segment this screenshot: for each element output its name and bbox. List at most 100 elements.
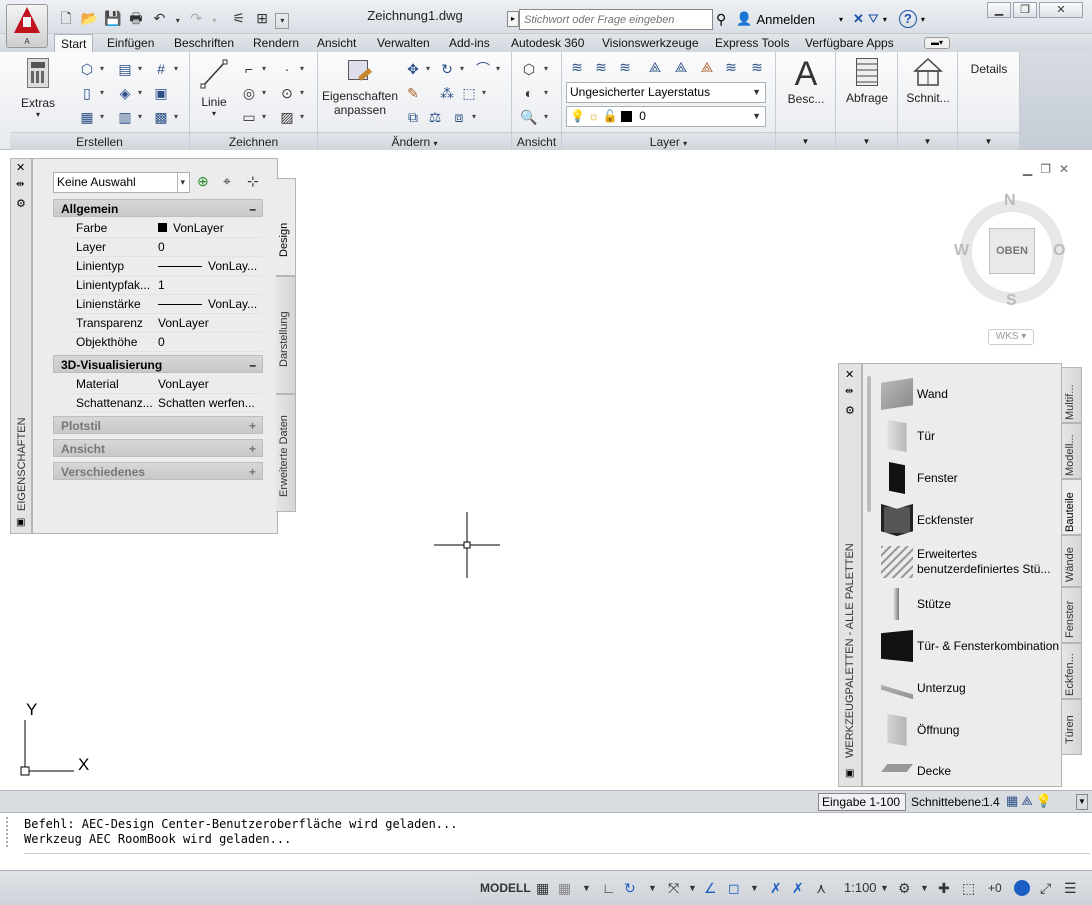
snap-icon[interactable]: ▦ [558, 879, 571, 897]
annotate-panel-dropdown-icon[interactable]: ▼ [776, 132, 835, 150]
tool-fenster[interactable]: Fenster [881, 458, 1061, 498]
tab-rendern[interactable]: Rendern [247, 34, 305, 52]
zoom-icon[interactable]: 🔍 [520, 108, 538, 126]
annotate-button[interactable]: A Besc... [776, 56, 836, 106]
fillet-icon[interactable]: ⌒ [474, 60, 492, 78]
prop-row-farbe[interactable]: Farbe VonLayer [71, 219, 263, 238]
ellipse-icon[interactable]: ⊙ [278, 84, 296, 102]
maximize-button[interactable]: ❐ [1013, 2, 1037, 18]
quick-select-icon[interactable]: ⊕ [197, 173, 209, 190]
new-file-icon[interactable]: 🗋 [56, 8, 76, 28]
section-plotstil[interactable]: Plotstil + [53, 416, 263, 434]
space-tool-icon[interactable]: ▣ [152, 84, 170, 102]
signin-dropdown-icon[interactable]: ▾ [839, 15, 843, 24]
add-icon[interactable]: ✚ [938, 879, 950, 897]
section-allgemein[interactable]: Allgemein – [53, 199, 263, 217]
application-menu-button[interactable]: A [6, 4, 48, 48]
layer-select[interactable]: 💡 ☼ 🔓 0 ▼ [566, 106, 766, 127]
tool-palette-menu-icon[interactable]: ▣ [845, 768, 854, 779]
pickadd-icon[interactable]: ⊹ [247, 173, 259, 190]
tool-palette-close-icon[interactable]: ✕ [845, 368, 854, 381]
match-properties-icon[interactable]: ⚟ [229, 8, 249, 28]
move-icon[interactable]: ✥ [404, 60, 422, 78]
layer-lock-icon[interactable]: ≋ [722, 58, 740, 76]
command-grip[interactable] [6, 817, 16, 847]
details-panel-dropdown-icon[interactable]: ▼ [958, 132, 1019, 150]
tab-design[interactable]: Design [276, 178, 296, 276]
layer-off-icon[interactable]: ⟁ [672, 58, 690, 76]
block-tool-icon[interactable]: ▩ [152, 108, 170, 126]
annotation-scale-select[interactable]: Eingabe 1-100 ▼ [818, 793, 906, 824]
print-icon[interactable]: 🖶 [126, 8, 146, 28]
hatch-icon[interactable]: ▨ [278, 108, 296, 126]
scale-dropdown-icon[interactable]: ▼ [880, 879, 889, 897]
compass-east[interactable]: O [1053, 242, 1065, 260]
line-dropdown-icon[interactable]: ▾ [196, 109, 232, 118]
properties-titlebar[interactable]: ✕ ⇹ ⚙ EIGENSCHAFTEN ▣ [10, 158, 32, 534]
ribbon-minimize-icon[interactable]: ▬▾ [924, 37, 950, 49]
osnap-icon[interactable]: ◻ [728, 879, 740, 897]
close-button[interactable]: ✕ [1039, 2, 1083, 18]
status-dropdown-icon[interactable]: ▼ [1076, 794, 1088, 810]
inquiry-button[interactable]: Abfrage [836, 58, 898, 105]
details-button[interactable]: Details [958, 62, 1020, 76]
box-3d-icon[interactable]: ⬡ [78, 60, 96, 78]
tab-einfuegen[interactable]: Einfügen [101, 34, 160, 52]
polyline-icon[interactable]: ⌐ [240, 60, 258, 78]
inquiry-panel-dropdown-icon[interactable]: ▼ [836, 132, 897, 150]
properties-autohide-icon[interactable]: ⇹ [16, 179, 24, 190]
array-icon[interactable]: ⁂ [438, 84, 456, 102]
extras-dropdown-icon[interactable]: ▾ [18, 110, 58, 119]
select-objects-icon[interactable]: ⌖ [223, 173, 231, 190]
annotation-scale-icon[interactable]: ⋏ [816, 879, 826, 897]
grid-icon[interactable]: ▦ [536, 879, 549, 897]
tool-tuer[interactable]: Tür [881, 416, 1061, 456]
stretch-icon[interactable]: ⬚ [460, 84, 478, 102]
tool-oeffnung[interactable]: Öffnung [881, 710, 1061, 750]
isodraft-icon[interactable]: ⤧ [668, 879, 679, 897]
rotate-icon[interactable]: ↻ [438, 60, 456, 78]
tool-palette-settings-icon[interactable]: ⚙ [845, 404, 855, 417]
wcs-menu[interactable]: WKS ▾ [988, 329, 1034, 345]
isolate-objects-icon[interactable]: ⬚ [962, 879, 975, 897]
signin-label[interactable]: Anmelden [756, 12, 815, 27]
tab-bauteile[interactable]: Bauteile [1062, 479, 1082, 535]
viewport-restore-icon[interactable]: ❐ [1040, 162, 1059, 176]
connect-dropdown-icon[interactable]: ▾ [883, 15, 887, 24]
binoculars-icon[interactable]: ⚲ [716, 11, 726, 28]
tool-unterzug[interactable]: Unterzug [881, 668, 1061, 708]
hardware-accel-icon[interactable] [1014, 880, 1030, 896]
redo-icon[interactable]: ↷ [186, 8, 206, 28]
annotation-visibility-icon[interactable]: ✗ [770, 879, 782, 897]
section-ansicht[interactable]: Ansicht + [53, 439, 263, 457]
stair-tool-icon[interactable]: ◈ [116, 84, 134, 102]
minimize-button[interactable]: ▁ [987, 2, 1011, 18]
tab-darstellung[interactable]: Darstellung [276, 276, 296, 394]
open-file-icon[interactable]: 📂 [79, 8, 99, 28]
workspace-icon[interactable]: ⊞ [252, 8, 272, 28]
compass-north[interactable]: N [1004, 192, 1016, 210]
customize-menu-icon[interactable]: ☰ [1064, 879, 1077, 897]
command-input[interactable] [24, 853, 1090, 870]
compass-south[interactable]: S [1006, 292, 1017, 310]
help-dropdown-icon[interactable]: ▾ [921, 15, 925, 24]
grid-tool-icon[interactable]: # [152, 60, 170, 78]
tool-erweitertes-stuetze[interactable]: Erweitertes benutzerdefiniertes Stü... [881, 542, 1061, 582]
prop-row-linienstaerke[interactable]: Linienstärke VonLay... [71, 295, 263, 314]
connect-icon[interactable]: ⛛ [868, 11, 879, 27]
search-box[interactable] [519, 9, 713, 30]
compass-west[interactable]: W [954, 242, 969, 260]
save-icon[interactable]: 💾 [103, 8, 123, 28]
isodraft-dropdown-icon[interactable]: ▼ [688, 879, 697, 897]
elevation-offset[interactable]: +0 [988, 879, 1002, 897]
display-config-icons[interactable]: ▦⟁💡 [1006, 793, 1074, 811]
ortho-icon[interactable]: ∟ [602, 879, 616, 897]
tab-waende[interactable]: Wände [1062, 535, 1082, 587]
command-window[interactable]: Befehl: AEC-Design Center-Benutzeroberfl… [0, 812, 1092, 870]
tab-multif[interactable]: Multif... [1062, 367, 1082, 423]
properties-menu-icon[interactable]: ▣ [16, 517, 25, 528]
tab-eckfen[interactable]: Eckfen... [1062, 643, 1082, 699]
tab-verfuegbare-apps[interactable]: Verfügbare Apps [799, 34, 900, 52]
qat-menu-icon[interactable]: ▾ [275, 13, 290, 29]
section-verschiedenes[interactable]: Verschiedenes + [53, 462, 263, 480]
